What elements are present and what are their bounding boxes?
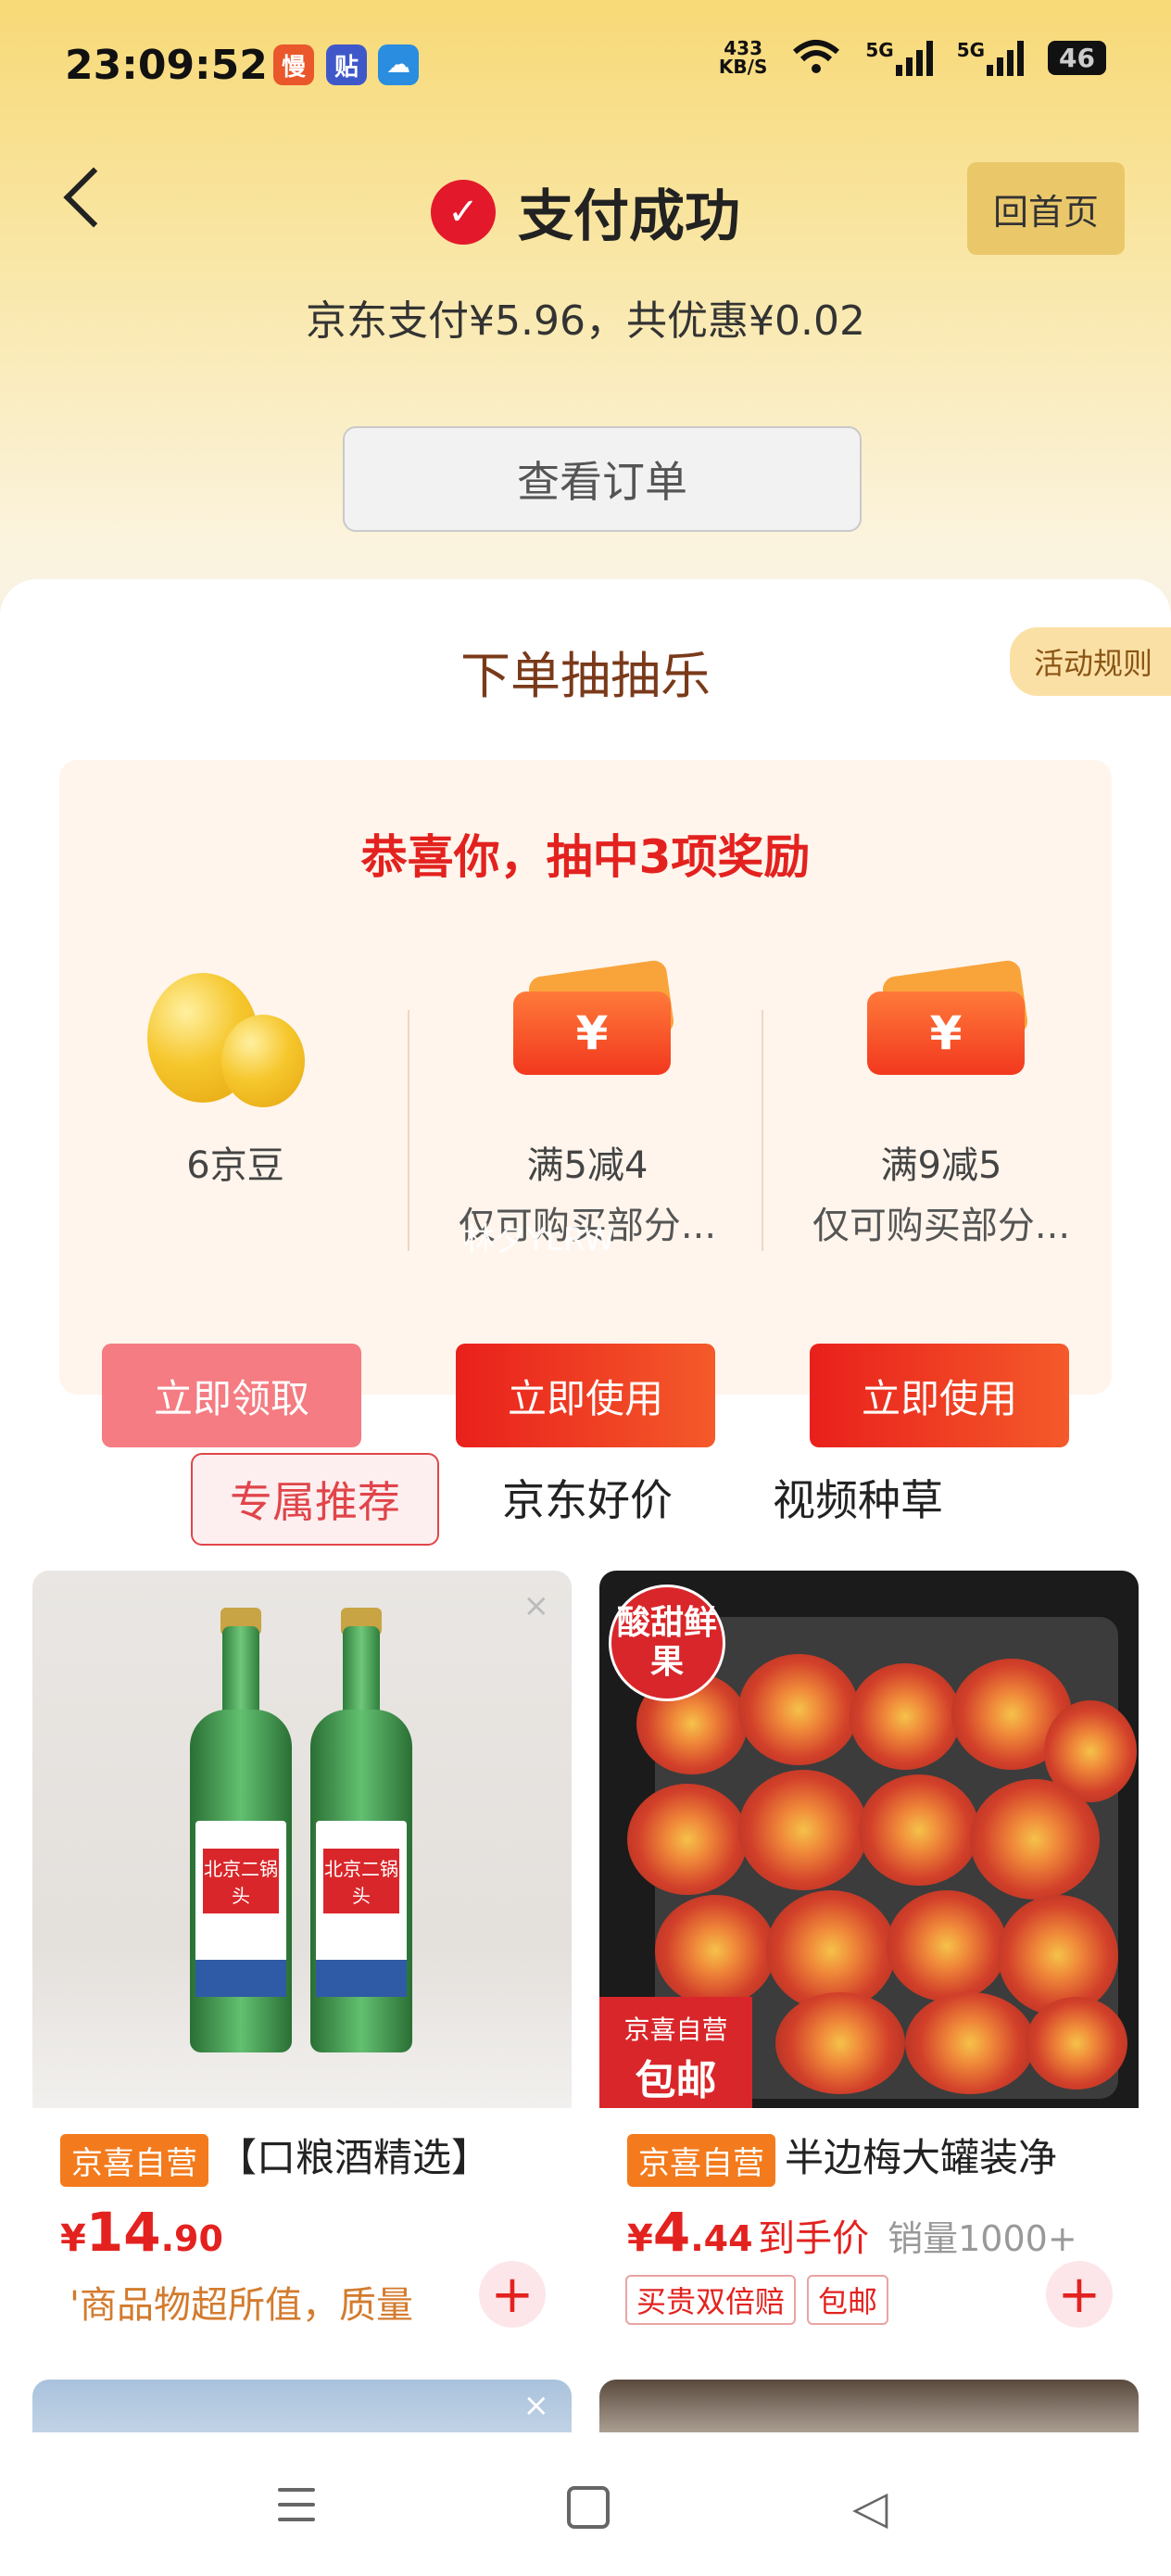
coupon-symbol: ¥: [513, 991, 671, 1075]
check-circle-icon: ✓: [431, 179, 496, 245]
price-integer: 4: [652, 2201, 691, 2264]
prize-label: 满9减5: [880, 1144, 1002, 1187]
home-button[interactable]: 回首页: [967, 162, 1125, 255]
system-nav-bar: ◁: [0, 2432, 1171, 2576]
bottle-image: 北京二锅头: [190, 1608, 292, 2052]
menu-icon[interactable]: [278, 2488, 315, 2532]
prize-label: 满5减4: [526, 1144, 648, 1187]
divider: [408, 1010, 409, 1251]
view-order-button[interactable]: 查看订单: [343, 426, 862, 532]
double-compensation-chip: 买贵双倍赔: [625, 2275, 797, 2325]
add-to-cart-button[interactable]: +: [479, 2261, 546, 2328]
badge-line-2: 包邮: [635, 2057, 717, 2104]
battery-icon: 46: [1048, 40, 1106, 75]
cloud-app-icon: ☁: [378, 44, 419, 85]
prize-sub: 仅可购买部分...: [812, 1205, 1071, 1247]
tab-exclusive[interactable]: 专属推荐: [191, 1453, 439, 1546]
product-title-text: 【口粮酒精选】: [218, 2135, 491, 2180]
tab-video[interactable]: 视频种草: [736, 1453, 980, 1542]
product-image: 北京二锅头 北京二锅头: [32, 1571, 572, 2108]
close-icon[interactable]: ×: [523, 1587, 550, 1624]
fresh-fruit-badge: 酸甜鲜果: [609, 1585, 725, 1701]
product-price: ¥14.90: [60, 2201, 223, 2264]
lottery-title: 下单抽抽乐: [460, 647, 711, 705]
price-decimal: .44: [690, 2218, 753, 2259]
add-to-cart-button[interactable]: +: [1046, 2261, 1113, 2328]
recommend-tabs: 专属推荐 京东好价 视频种草: [0, 1453, 1171, 1546]
coupon-symbol: ¥: [867, 991, 1025, 1075]
page-title: 支付成功: [518, 184, 740, 249]
activity-rules-button[interactable]: 活动规则: [1009, 627, 1171, 696]
home-icon[interactable]: [567, 2486, 610, 2529]
self-operated-tag: 京喜自营: [60, 2134, 208, 2187]
bottle-image: 北京二锅头: [310, 1608, 412, 2052]
product-title: 京喜自营 【口粮酒精选】: [60, 2127, 560, 2187]
product-image: 酸甜鲜果 京喜自营 包邮: [599, 1571, 1139, 2108]
free-shipping-badge: 京喜自营 包邮: [599, 1997, 752, 2108]
net-speed-unit: KB/S: [718, 56, 768, 78]
prize-box: 恭喜你，抽中3项奖励 6京豆 立即领取 ¥ 满5减4 仅可购买部分... 立即使…: [59, 760, 1112, 1447]
signal-5g-icon: 5G: [956, 39, 1025, 76]
prize-coupon-1: ¥ 满5减4 仅可购买部分... 立即使用: [411, 945, 763, 1447]
watermark: 林夕YLRW: [463, 1221, 615, 1258]
net-speed-value: 433: [724, 37, 762, 59]
product-title: 京喜自营 半边梅大罐装净: [627, 2127, 1127, 2187]
coupon-icon: ¥: [513, 958, 675, 1075]
use-button[interactable]: 立即使用: [456, 1344, 715, 1447]
payment-summary: 京东支付¥5.96，共优惠¥0.02: [306, 297, 865, 345]
wifi-icon: [793, 40, 840, 73]
app-notification-icon: 慢: [273, 44, 314, 85]
coupon-icon: ¥: [867, 958, 1029, 1075]
price-suffix: 到手价: [758, 2217, 870, 2260]
claim-button[interactable]: 立即领取: [102, 1344, 361, 1447]
badge-line-1: 京喜自营: [623, 2014, 728, 2045]
use-button[interactable]: 立即使用: [810, 1344, 1069, 1447]
free-shipping-chip: 包邮: [807, 2275, 889, 2325]
bottle-label: 北京二锅头: [203, 1849, 279, 1913]
price-decimal: .90: [160, 2218, 223, 2259]
prize-coupon-2: ¥ 满9减5 仅可购买部分... 立即使用: [765, 945, 1117, 1447]
status-right: 433 KB/S 5G 5G 46: [719, 39, 1106, 76]
price-currency: ¥: [627, 2217, 653, 2260]
signal-5g-icon: 5G: [865, 39, 933, 76]
product-card[interactable]: 酸甜鲜果 京喜自营 包邮 京喜自营 半边梅大罐装净 ¥4.44 到手价 销量1000…: [599, 1571, 1139, 2349]
tab-good-price[interactable]: 京东好价: [465, 1453, 710, 1542]
product-price: ¥4.44 到手价 销量1000+: [627, 2201, 1077, 2264]
signal-label: 5G: [865, 39, 894, 61]
back-triangle-icon[interactable]: ◁: [852, 2481, 888, 2534]
product-chips: 买贵双倍赔 包邮: [625, 2275, 900, 2325]
congrats-text: 恭喜你，抽中3项奖励: [360, 830, 811, 884]
self-operated-tag: 京喜自营: [627, 2134, 775, 2187]
prize-jingdou: 6京豆 立即领取: [59, 945, 411, 1447]
signal-label: 5G: [956, 39, 986, 61]
price-currency: ¥: [60, 2217, 86, 2260]
net-speed: 433 KB/S: [719, 39, 767, 76]
prize-label: 6京豆: [186, 1144, 284, 1187]
bottle-label: 北京二锅头: [323, 1849, 399, 1913]
product-card[interactable]: 北京二锅头 北京二锅头 × 京喜自营 【口粮酒精选】 ¥14.90 '商品物超所值…: [32, 1571, 572, 2349]
price-integer: 14: [85, 2201, 161, 2264]
product-description: '商品物超所值，质量: [69, 2284, 413, 2327]
status-time: 23:09:52: [65, 42, 268, 89]
app-notification-icon: 贴: [326, 44, 367, 85]
close-icon[interactable]: ×: [523, 2387, 550, 2424]
sales-count: 销量1000+: [888, 2218, 1077, 2259]
divider: [762, 1010, 763, 1251]
product-title-text: 半边梅大罐装净: [785, 2135, 1058, 2180]
